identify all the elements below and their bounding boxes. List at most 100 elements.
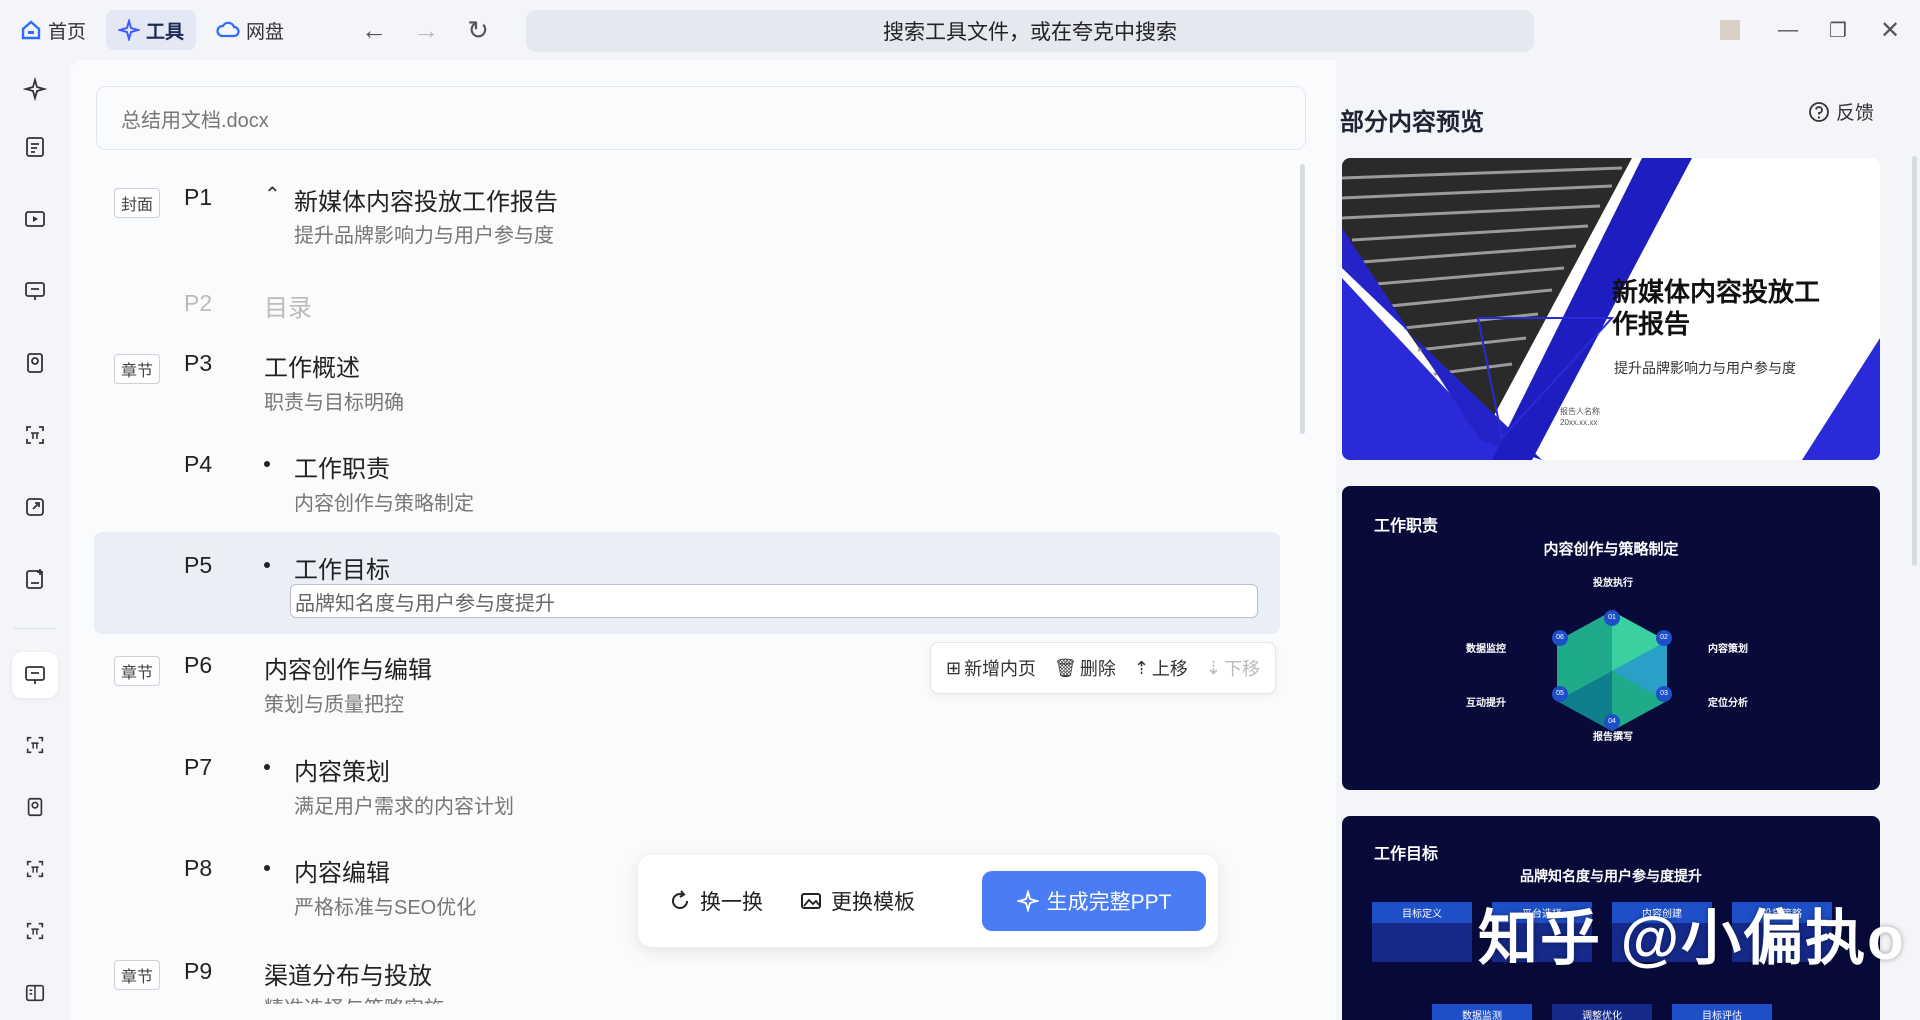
slide2-heading: 工作职责 [1374,518,1439,535]
item-title[interactable]: 目录 [264,288,312,323]
feedback-button[interactable]: 反馈 [1808,98,1874,125]
item-subtitle[interactable]: 策划与质量把控 [264,688,404,717]
nav-tools-label: 工具 [146,21,185,43]
nav-cloud-label: 网盘 [246,21,285,43]
sidebar-id-button-2[interactable] [12,784,58,830]
sparkle-icon [1016,890,1039,912]
item-tag: 封面 [114,188,161,218]
item-subtitle[interactable]: 满足用户需求的内容计划 [294,790,514,819]
sidebar-ai-button[interactable] [12,66,58,112]
add-page-button[interactable]: ⊞ 新增内页 [946,655,1036,681]
close-button[interactable]: ✕ [1870,10,1910,50]
item-title[interactable]: 新媒体内容投放工作报告 [294,182,558,217]
move-up-label: 上移 [1151,659,1188,679]
item-title[interactable]: 工作概述 [264,348,360,383]
slide2-node-3: 报告撰写 [1593,732,1633,743]
trash-icon: 🗑 [1054,657,1077,678]
item-tag: 章节 [114,960,161,990]
delete-button[interactable]: 🗑 删除 [1054,655,1116,681]
slide3-heading: 工作目标 [1374,846,1439,863]
item-tag: 章节 [114,354,161,384]
sparkle-icon [118,19,141,41]
subtitle-edit-input[interactable]: 品牌知名度与用户参与度提升 [290,584,1258,618]
subtitle-edit-value: 品牌知名度与用户参与度提升 [295,592,555,615]
forward-button[interactable]: → [406,10,446,50]
item-subtitle[interactable]: 内容创作与策略制定 [294,487,474,516]
page-number: P3 [184,350,213,376]
presentation-icon [25,282,45,300]
external-link-icon [26,498,44,516]
id-card-icon [27,797,43,817]
square-icon [1720,20,1740,40]
sidebar-ppt-button[interactable] [12,268,58,314]
formula-scan-icon [26,922,44,940]
document-name-field[interactable]: 总结用文档.docx [96,86,1306,150]
add-page-label: 新增内页 [964,659,1037,679]
change-template-button[interactable]: 更换模板 [781,871,933,931]
restore-button[interactable]: ❐ [1818,10,1858,50]
preview-slide-2[interactable]: 工作职责 内容创作与策略制定 投放执行 内容策划 定位分析 报告撰写 互动提升 … [1342,486,1880,790]
item-subtitle[interactable]: 职责与目标明确 [264,386,404,415]
item-title[interactable]: 内容创作与编辑 [264,650,432,685]
reload-button[interactable]: ↻ [458,10,498,50]
collapse-caret-icon[interactable]: ⌃ [264,182,281,207]
item-title[interactable]: 工作目标 [294,550,390,585]
bullet-dot [264,562,270,568]
outline-item-p9[interactable]: 章节 P9 渠道分布与投放 精准选择与策略实施 [94,956,1280,1004]
item-title[interactable]: 内容编辑 [294,853,390,888]
nav-tools-tab[interactable]: 工具 [106,10,197,50]
outline-scrollbar[interactable] [1300,164,1305,434]
move-up-button[interactable]: ⇡ 上移 [1134,655,1188,681]
sidebar-id-button[interactable] [12,340,58,386]
item-subtitle[interactable]: 严格标准与SEO优化 [294,891,476,920]
nav-cloud-tab[interactable]: 网盘 [204,10,296,50]
slide2-number-5: 06 [1552,630,1568,646]
item-subtitle[interactable]: 精准选择与策略实施 [264,992,444,1004]
preview-panel: 部分内容预览 反馈 新媒体内容投放工作报告 提升品牌影响力与用户参与度 报告人名… [1336,60,1920,1020]
row-action-toolbar: ⊞ 新增内页 🗑 删除 ⇡ 上移 ⇣ 下移 [930,642,1276,694]
slide2-node-5: 数据监控 [1466,644,1506,655]
left-sidebar [0,60,70,1020]
swap-button[interactable]: 换一换 [650,871,781,931]
item-title[interactable]: 工作职责 [294,449,390,484]
sidebar-formula-button[interactable] [12,412,58,458]
slide3-bottom-2: 目标评估 [1672,1004,1772,1020]
sidebar-doc-button[interactable] [12,124,58,170]
nav-home-tab[interactable]: 首页 [8,10,98,50]
formula-scan-icon [26,736,44,754]
item-subtitle[interactable]: 提升品牌影响力与用户参与度 [294,219,554,248]
slide2-number-1: 02 [1656,630,1672,646]
theme-button[interactable] [1710,10,1750,50]
sidebar-ppt-active-button[interactable] [12,652,58,698]
preview-slide-1[interactable]: 新媒体内容投放工作报告 提升品牌影响力与用户参与度 报告人名称 20xx.xx.… [1342,158,1880,460]
sidebar-book-button[interactable] [12,970,58,1016]
close-icon: ✕ [1879,16,1901,44]
sidebar-formula-button-4[interactable] [12,908,58,954]
restore-icon: ❐ [1829,19,1847,42]
sidebar-formula-button-2[interactable] [12,722,58,768]
generate-ppt-button[interactable]: 生成完整PPT [982,871,1206,931]
preview-scrollbar[interactable] [1912,156,1917,566]
sidebar-video-button[interactable] [12,196,58,242]
id-card-icon [27,353,43,373]
move-up-icon: ⇡ [1133,657,1149,678]
slide2-node-2: 定位分析 [1708,698,1748,709]
page-number: P8 [184,855,213,881]
watermark-text: 知乎 @小偏执o [1478,905,1906,972]
item-title[interactable]: 渠道分布与投放 [264,956,432,991]
minimize-button[interactable]: — [1768,10,1808,50]
cloud-icon [216,21,240,38]
document-name: 总结用文档.docx [121,109,269,132]
slide2-number-4: 05 [1552,686,1568,702]
sidebar-convert-button[interactable] [12,484,58,530]
slide3-bottom-1: 调整优化 [1552,1004,1652,1020]
page-number: P2 [184,290,213,316]
item-title[interactable]: 内容策划 [294,752,390,787]
sidebar-formula-button-3[interactable] [12,846,58,892]
back-button[interactable]: ← [354,10,394,50]
sidebar-add-doc-button[interactable] [12,556,58,602]
move-down-button[interactable]: ⇣ 下移 [1206,655,1260,681]
search-input[interactable]: 搜索工具文件，或在夸克中搜索 [526,10,1534,52]
bullet-dot [264,461,270,467]
selected-row-highlight [94,532,1280,634]
